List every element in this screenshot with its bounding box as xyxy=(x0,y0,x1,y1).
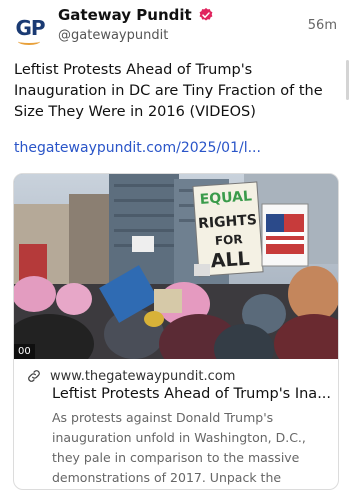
post-text: Leftist Protests Ahead of Trump's Inaugu… xyxy=(14,62,323,120)
scrollbar[interactable] xyxy=(346,60,349,100)
post-time: 56m xyxy=(307,18,337,33)
card-domain-row: www.thegatewaypundit.com xyxy=(26,368,235,384)
verified-badge-icon xyxy=(199,8,213,21)
link-preview-card[interactable]: EQUAL RIGHTS FOR ALL 00 www.thegatewaypu… xyxy=(13,173,339,490)
account-name-row: Gateway Pundit xyxy=(58,6,214,24)
post-link[interactable]: thegatewaypundit.com/2025/01/l... xyxy=(14,140,261,156)
avatar[interactable]: GP xyxy=(12,10,48,46)
video-thumbnail[interactable]: EQUAL RIGHTS FOR ALL 00 xyxy=(14,174,338,359)
avatar-logo-text: GP xyxy=(15,16,45,40)
card-description: As protests against Donald Trump's inaug… xyxy=(52,410,306,485)
card-domain: www.thegatewaypundit.com xyxy=(50,368,236,384)
display-name[interactable]: Gateway Pundit xyxy=(58,6,192,24)
card-title[interactable]: Leftist Protests Ahead of Trump's Ina... xyxy=(52,386,332,402)
link-icon xyxy=(28,370,40,382)
account-handle[interactable]: @gatewaypundit xyxy=(58,28,168,43)
svg-text:FOR: FOR xyxy=(214,232,243,248)
video-duration: 00 xyxy=(14,344,35,359)
protest-photo: EQUAL RIGHTS FOR ALL xyxy=(14,174,338,359)
svg-text:ALL: ALL xyxy=(210,248,250,273)
avatar-swoosh xyxy=(18,38,40,45)
